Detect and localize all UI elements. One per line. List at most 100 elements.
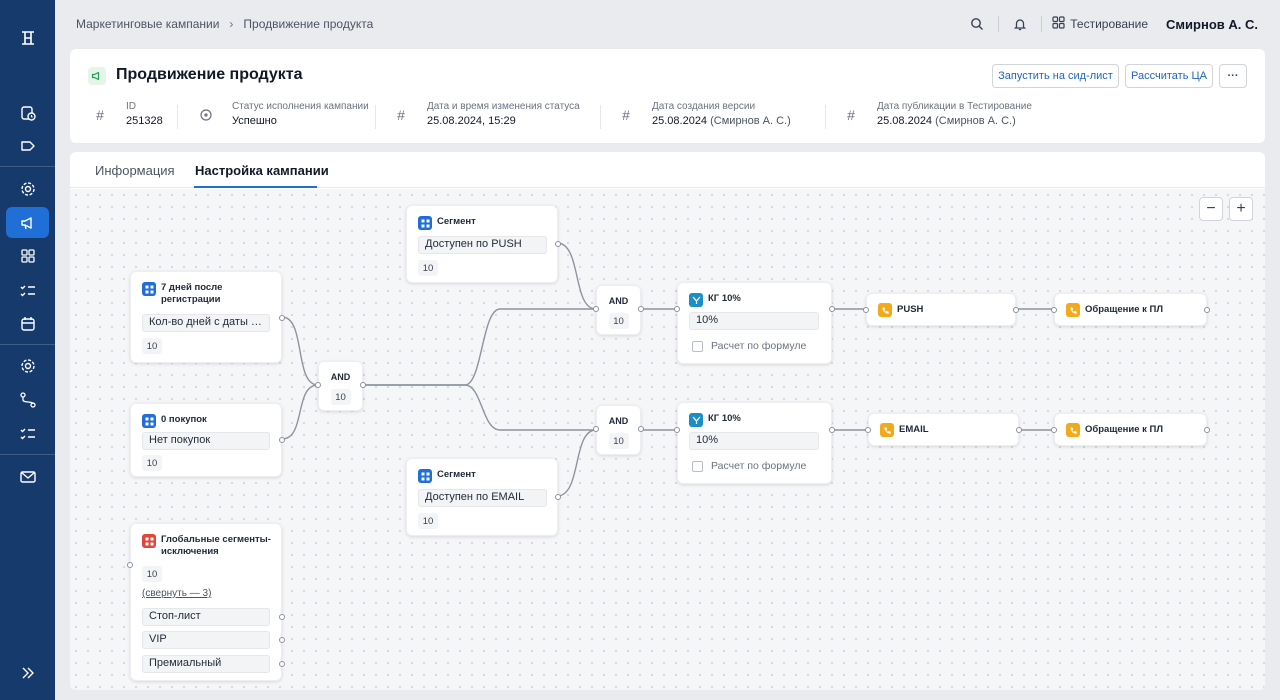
gear-icon[interactable] — [6, 173, 49, 204]
campaign-header: Продвижение продукта Запустить на сид-ли… — [70, 49, 1265, 143]
meta-label: ID — [126, 101, 136, 112]
meta-label: Дата публикации в Тестирование — [877, 101, 1032, 112]
node-operator: AND — [608, 296, 629, 306]
node-segment-email[interactable]: Сегмент Доступен по EMAIL 10 — [406, 458, 561, 536]
env-switcher[interactable]: Тестирование — [1052, 16, 1148, 32]
node-channel-email[interactable]: EMAIL — [865, 413, 1022, 446]
output-port[interactable] — [1204, 427, 1210, 433]
input-port[interactable] — [674, 427, 680, 433]
tab-information[interactable]: Информация — [95, 163, 175, 178]
output-port[interactable] — [1016, 427, 1022, 433]
node-title: PUSH — [897, 304, 924, 315]
input-port[interactable] — [865, 427, 871, 433]
breadcrumb: Маркетинговые кампании › Продвижение про… — [76, 17, 373, 31]
gear-icon[interactable] — [6, 350, 49, 381]
collapse-link[interactable]: (свернуть — 3) — [142, 588, 211, 599]
output-port[interactable] — [279, 315, 285, 321]
checklist-icon[interactable] — [6, 418, 49, 449]
output-port[interactable] — [829, 306, 835, 312]
segment-icon — [418, 469, 432, 483]
hash-icon: # — [622, 107, 630, 123]
input-port[interactable] — [1051, 307, 1057, 313]
h-logo-icon[interactable] — [6, 22, 49, 53]
input-port[interactable] — [315, 382, 321, 388]
calculate-audience-button[interactable]: Рассчитать ЦА — [1125, 64, 1213, 88]
output-port[interactable] — [279, 661, 285, 667]
node-count-badge: 10 — [142, 566, 162, 582]
output-port[interactable] — [638, 426, 644, 432]
output-port[interactable] — [555, 241, 561, 247]
zoom-out-button[interactable]: − — [1199, 197, 1223, 221]
input-port[interactable] — [1051, 427, 1057, 433]
output-port[interactable] — [555, 494, 561, 500]
node-title: Глобальные сегменты-исключения — [161, 534, 271, 557]
search-icon[interactable] — [966, 13, 988, 35]
user-name[interactable]: Смирнов А. С. — [1166, 17, 1258, 32]
output-port[interactable] — [1013, 307, 1019, 313]
bell-icon[interactable] — [1009, 13, 1031, 35]
mail-icon[interactable] — [6, 461, 49, 492]
node-control-group-push[interactable]: КГ 10% 10% Расчет по формуле — [674, 282, 835, 364]
output-port[interactable] — [279, 437, 285, 443]
node-control-group-email[interactable]: КГ 10% 10% Расчет по формуле — [674, 402, 835, 484]
calendar-icon[interactable] — [6, 308, 49, 339]
exclusion-item: VIP — [142, 631, 270, 649]
tab-bar: Информация Настройка кампании — [70, 152, 1265, 188]
input-port[interactable] — [127, 562, 133, 568]
node-appeal-email[interactable]: Обращение к ПЛ — [1051, 413, 1210, 446]
node-count-badge: 10 — [418, 260, 438, 276]
output-port[interactable] — [638, 306, 644, 312]
node-title: EMAIL — [899, 424, 929, 435]
breadcrumb-separator: › — [229, 17, 234, 31]
more-button[interactable]: ··· — [1219, 64, 1247, 88]
meta-value: Успешно — [232, 115, 277, 127]
clock-shield-icon[interactable] — [6, 97, 49, 128]
megaphone-icon — [88, 67, 106, 85]
input-port[interactable] — [593, 306, 599, 312]
node-title: Сегмент — [437, 469, 476, 480]
grid-icon[interactable] — [6, 240, 49, 271]
percent-input[interactable]: 10% — [689, 312, 819, 330]
node-appeal-push[interactable]: Обращение к ПЛ — [1051, 293, 1210, 326]
node-and-email[interactable]: AND 10 — [593, 405, 644, 455]
hash-icon: # — [397, 107, 405, 123]
output-port[interactable] — [279, 614, 285, 620]
campaign-settings-card: Информация Настройка кампании − + Сегмен… — [70, 152, 1265, 690]
breadcrumb-item-current: Продвижение продукта — [243, 17, 374, 31]
hash-icon: # — [847, 107, 855, 123]
megaphone-icon[interactable] — [6, 207, 49, 238]
node-days-after-registration[interactable]: 7 дней после регистрации Кол-во дней с д… — [130, 271, 285, 363]
output-port[interactable] — [829, 427, 835, 433]
input-port[interactable] — [593, 426, 599, 432]
node-channel-push[interactable]: PUSH — [863, 293, 1019, 326]
output-port[interactable] — [1204, 307, 1210, 313]
node-zero-purchases[interactable]: 0 покупок Нет покупок 10 — [130, 403, 285, 477]
node-count-badge: 10 — [608, 313, 629, 329]
status-circle-icon — [198, 107, 214, 123]
zoom-in-button[interactable]: + — [1229, 197, 1253, 221]
output-port[interactable] — [360, 382, 366, 388]
output-port[interactable] — [279, 637, 285, 643]
node-global-exclusions[interactable]: Глобальные сегменты-исключения 10 (сверн… — [127, 523, 285, 681]
split-icon — [689, 413, 703, 427]
input-port[interactable] — [674, 306, 680, 312]
route-icon[interactable] — [6, 384, 49, 415]
node-title: Сегмент — [437, 216, 476, 227]
breadcrumb-item-campaigns[interactable]: Маркетинговые кампании — [76, 17, 219, 31]
flow-canvas[interactable]: − + Сегмент Доступен по PUSH 10 7 дней п… — [70, 189, 1265, 690]
node-segment-push[interactable]: Сегмент Доступен по PUSH 10 — [406, 205, 561, 283]
segment-icon — [142, 414, 156, 428]
double-chevron-right-icon[interactable] — [6, 657, 49, 688]
formula-checkbox[interactable]: Расчет по формуле — [692, 340, 806, 352]
node-and-push[interactable]: AND 10 — [593, 285, 644, 335]
node-title: Обращение к ПЛ — [1085, 424, 1164, 435]
checklist-icon[interactable] — [6, 275, 49, 306]
formula-checkbox[interactable]: Расчет по формуле — [692, 460, 806, 472]
tag-icon[interactable] — [6, 130, 49, 161]
node-title: 7 дней после регистрации — [161, 282, 223, 305]
input-port[interactable] — [863, 307, 869, 313]
percent-input[interactable]: 10% — [689, 432, 819, 450]
node-and-main[interactable]: AND 10 — [315, 361, 366, 411]
tab-campaign-settings[interactable]: Настройка кампании — [195, 163, 329, 178]
run-seed-list-button[interactable]: Запустить на сид-лист — [992, 64, 1119, 88]
